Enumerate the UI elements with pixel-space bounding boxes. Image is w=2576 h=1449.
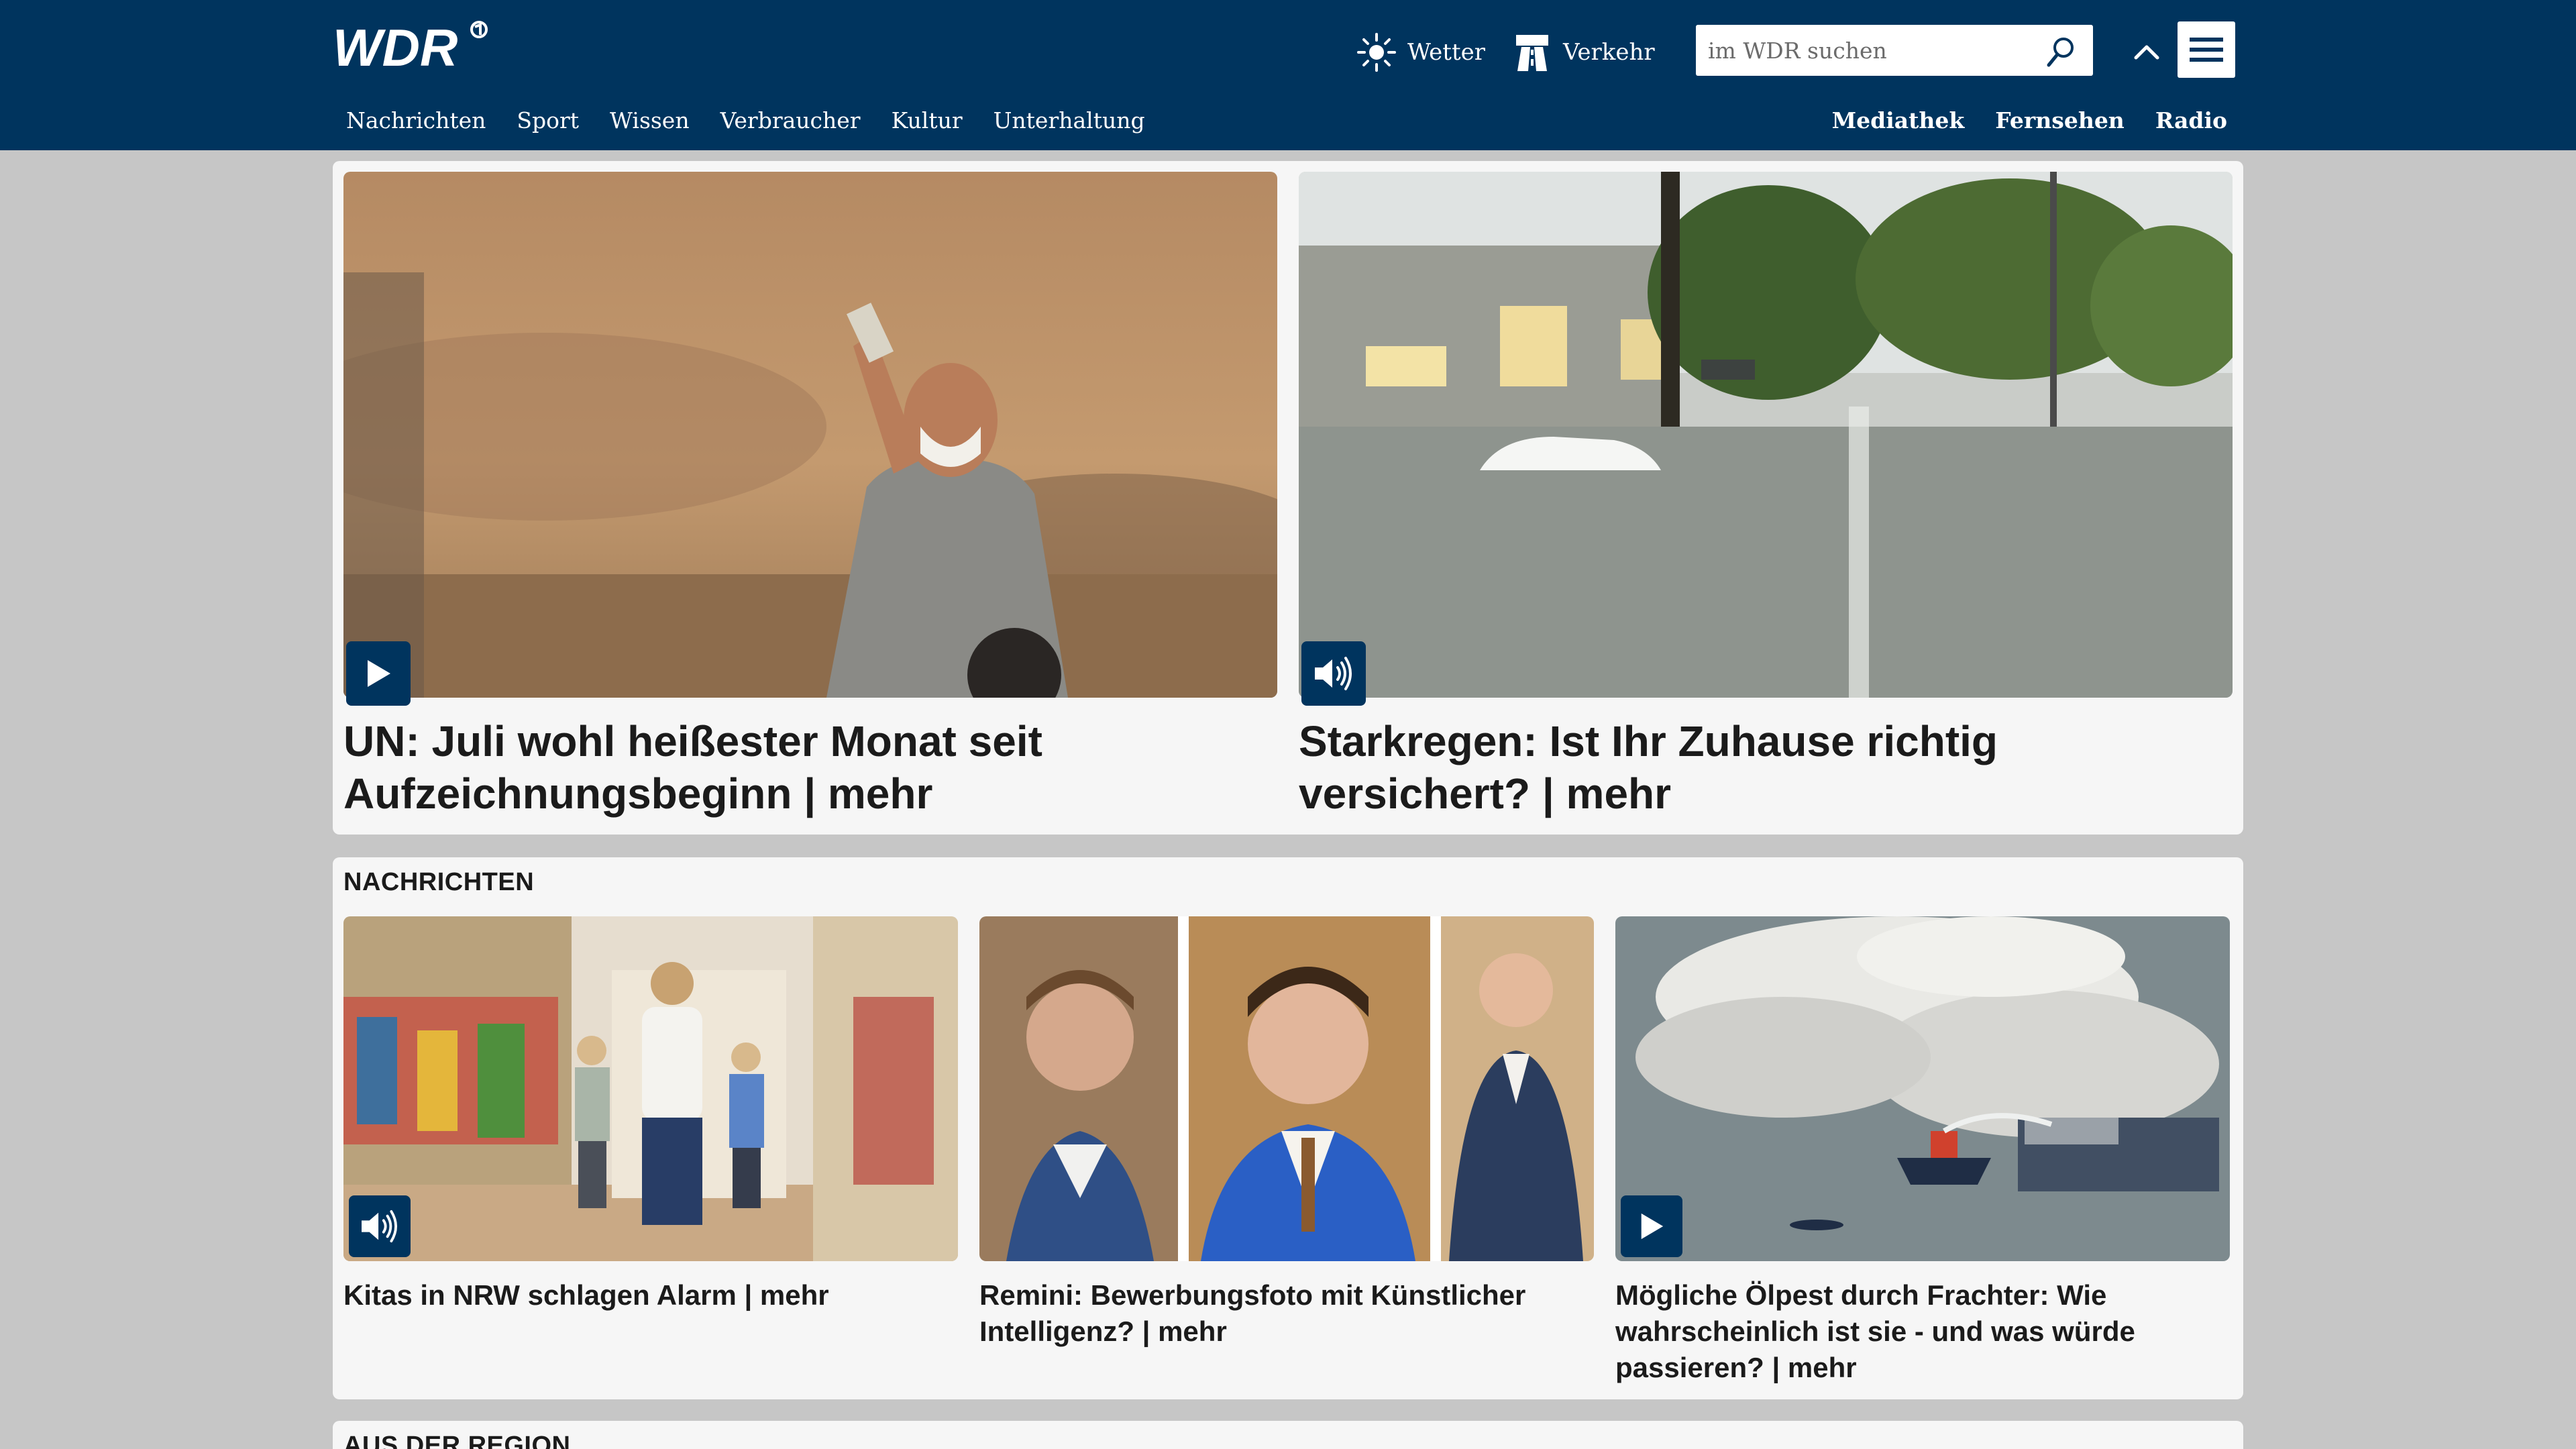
play-button[interactable] bbox=[1621, 1195, 1682, 1257]
search-icon bbox=[2047, 38, 2074, 67]
chevron-up-icon bbox=[2134, 45, 2159, 60]
nav-item-unterhaltung[interactable]: Unterhaltung bbox=[994, 107, 1145, 133]
section-title-region: AUS DER REGION bbox=[343, 1432, 571, 1449]
audio-button[interactable] bbox=[349, 1195, 411, 1257]
weather-link[interactable]: Wetter bbox=[1356, 32, 1485, 72]
sun-icon bbox=[1357, 33, 1396, 72]
search-input[interactable] bbox=[1708, 30, 2043, 70]
teaser-image-flooded-street[interactable] bbox=[1299, 172, 2233, 698]
teaser-headline[interactable]: Kitas in NRW schlagen Alarm | mehr bbox=[343, 1277, 958, 1313]
teaser-headline[interactable]: UN: Juli wohl heißester Monat seit Aufze… bbox=[343, 715, 1277, 820]
collapse-button[interactable] bbox=[2128, 35, 2165, 70]
audio-button[interactable] bbox=[1301, 641, 1366, 706]
traffic-link[interactable]: Verkehr bbox=[1512, 32, 1655, 72]
teaser-headline[interactable]: Remini: Bewerbungsfoto mit Künstlicher I… bbox=[979, 1277, 1594, 1350]
logo-text: WDR bbox=[333, 20, 458, 74]
nav-item-nachrichten[interactable]: Nachrichten bbox=[346, 107, 486, 133]
play-button[interactable] bbox=[346, 641, 411, 706]
service-navigation: Mediathek Fernsehen Radio bbox=[1801, 107, 2227, 133]
teaser-image-portraits[interactable] bbox=[979, 916, 1594, 1261]
nav-item-verbraucher[interactable]: Verbraucher bbox=[720, 107, 861, 133]
teaser-headline[interactable]: Mögliche Ölpest durch Frachter: Wie wahr… bbox=[1615, 1277, 2230, 1386]
hamburger-icon bbox=[2190, 38, 2223, 62]
news-teaser-remini[interactable]: Remini: Bewerbungsfoto mit Künstlicher I… bbox=[979, 916, 1594, 1386]
news-teaser-oil-spill[interactable]: Mögliche Ölpest durch Frachter: Wie wahr… bbox=[1615, 916, 2230, 1386]
news-section: NACHRICHTEN Kitas in NRW schlagen Alarm … bbox=[333, 857, 2243, 1399]
teaser-image-wildfire[interactable] bbox=[343, 172, 1277, 698]
audio-icon bbox=[362, 1210, 397, 1243]
main-navigation: Nachrichten Sport Wissen Verbraucher Kul… bbox=[346, 107, 1176, 133]
nav-item-fernsehen[interactable]: Fernsehen bbox=[1995, 107, 2125, 133]
nav-item-kultur[interactable]: Kultur bbox=[892, 107, 963, 133]
news-teaser-kitas[interactable]: Kitas in NRW schlagen Alarm | mehr bbox=[343, 916, 958, 1386]
nav-item-sport[interactable]: Sport bbox=[517, 107, 579, 133]
top-teaser-section: UN: Juli wohl heißester Monat seit Aufze… bbox=[333, 161, 2243, 835]
weather-label: Wetter bbox=[1407, 39, 1485, 66]
teaser-image-burning-freighter[interactable] bbox=[1615, 916, 2230, 1261]
teaser-image-kindergarten[interactable] bbox=[343, 916, 958, 1261]
nav-item-wissen[interactable]: Wissen bbox=[610, 107, 690, 133]
play-icon bbox=[368, 660, 390, 687]
top-teaser-flood[interactable]: Starkregen: Ist Ihr Zuhause richtig vers… bbox=[1299, 172, 2233, 818]
section-title-news: NACHRICHTEN bbox=[343, 868, 535, 896]
nav-item-radio[interactable]: Radio bbox=[2155, 107, 2227, 133]
highway-icon bbox=[1516, 35, 1548, 71]
search-box bbox=[1696, 25, 2093, 76]
nav-item-mediathek[interactable]: Mediathek bbox=[1832, 107, 1965, 133]
site-header: WDR Wetter Verkehr im WDR suchen Nachric… bbox=[0, 0, 2576, 150]
play-icon bbox=[1641, 1213, 1664, 1240]
menu-button[interactable] bbox=[2178, 21, 2235, 78]
teaser-headline[interactable]: Starkregen: Ist Ihr Zuhause richtig vers… bbox=[1299, 715, 2233, 820]
traffic-label: Verkehr bbox=[1563, 39, 1655, 66]
search-button[interactable] bbox=[2043, 34, 2078, 69]
audio-icon bbox=[1315, 657, 1352, 690]
top-teaser-heat[interactable]: UN: Juli wohl heißester Monat seit Aufze… bbox=[343, 172, 1277, 818]
region-section: AUS DER REGION bbox=[333, 1421, 2243, 1449]
wdr-logo[interactable]: WDR bbox=[333, 18, 500, 77]
